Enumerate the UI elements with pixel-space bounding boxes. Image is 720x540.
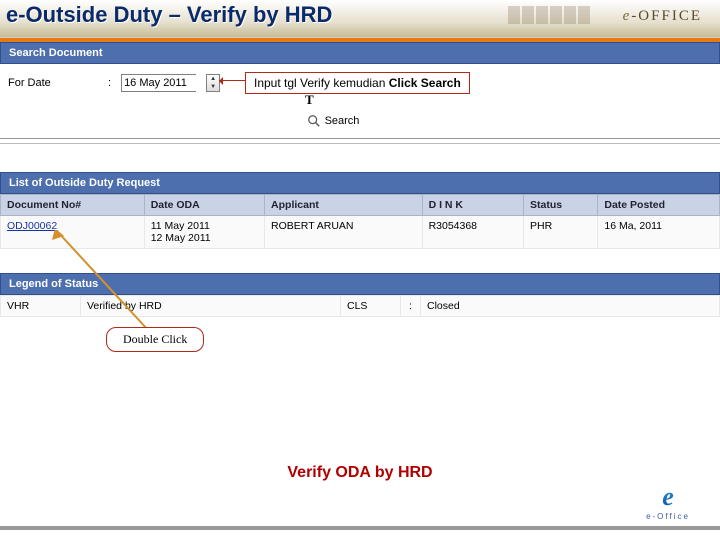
col-status: Status [523,195,597,216]
col-posted: Date Posted [598,195,720,216]
cell-status: PHR [523,216,597,249]
double-click-arrow [48,230,168,340]
footer-logo: e e-Office [634,482,702,522]
banner-decor [508,6,590,24]
tip-arrow [219,80,245,82]
search-icon [307,114,321,128]
search-panel-header: Search Document [0,42,720,64]
footer-title: Verify ODA by HRD [0,464,720,482]
col-nik: D I N K [422,195,523,216]
double-click-callout: Double Click [106,327,204,352]
list-header: List of Outside Duty Request [0,172,720,194]
t-mark: T [305,92,314,108]
for-date-input[interactable] [121,74,196,92]
col-doc: Document No# [1,195,145,216]
search-button-label: Search [325,115,360,127]
page-title: e-Outside Duty – Verify by HRD [6,2,332,28]
col-applicant: Applicant [265,195,423,216]
search-button[interactable]: Search [283,114,383,128]
legend-sep: : [401,296,421,317]
for-date-colon: : [108,77,111,89]
cell-nik: R3054368 [422,216,523,249]
cell-applicant: ROBERT ARUAN [265,216,423,249]
for-date-label: For Date [8,77,98,89]
brand-logo: e-OFFICE [623,8,702,25]
col-date: Date ODA [144,195,264,216]
divider [0,143,720,144]
cell-posted: 16 Ma, 2011 [598,216,720,249]
footer-rule [0,526,720,530]
table-header-row: Document No# Date ODA Applicant D I N K … [1,195,720,216]
legend-desc-cls: Closed [421,296,720,317]
legend-code-cls: CLS [341,296,401,317]
tip-callout: Input tgl Verify kemudian Click Search [245,72,470,94]
